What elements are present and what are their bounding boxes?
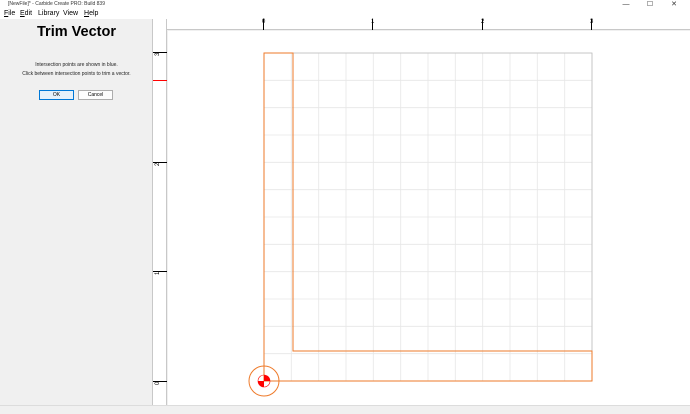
- horizontal-ruler: 0 1 2 3: [167, 19, 690, 30]
- ruler-label-v2: 2: [155, 162, 161, 166]
- canvas-svg: [248, 52, 593, 397]
- ruler-label-h2: 2: [481, 19, 485, 25]
- menu-view[interactable]: View: [63, 9, 78, 19]
- ruler-cursor-marker: [153, 80, 167, 81]
- menu-bar: File Edit Library View Help: [0, 9, 690, 19]
- window-title: [NewFile]* - Carbide Create PRO: Build 8…: [8, 1, 105, 7]
- panel-info-line-1: Intersection points are shown in blue.: [35, 62, 118, 68]
- ruler-label-v3: 3: [155, 52, 161, 56]
- title-bar: [NewFile]* - Carbide Create PRO: Build 8…: [0, 0, 690, 9]
- ok-button[interactable]: OK: [39, 90, 74, 100]
- ruler-label-h1: 1: [371, 19, 375, 25]
- status-bar: [0, 405, 690, 414]
- menu-help[interactable]: Help: [84, 9, 98, 19]
- vertical-ruler: 3 2 1 0: [153, 19, 167, 405]
- menu-help-rest: elp: [89, 10, 99, 17]
- drawing-canvas[interactable]: [168, 31, 690, 405]
- close-button[interactable]: ✕: [664, 0, 684, 9]
- cancel-button[interactable]: Cancel: [78, 90, 113, 100]
- trim-vector-panel: Trim Vector Intersection points are show…: [0, 19, 153, 405]
- menu-file-rest: ile: [8, 10, 16, 17]
- menu-edit[interactable]: Edit: [20, 9, 32, 19]
- ruler-label-v0: 0: [155, 381, 161, 385]
- menu-library-label: Library: [38, 10, 60, 17]
- minimize-button[interactable]: —: [616, 0, 636, 9]
- ruler-label-v1: 1: [155, 271, 161, 275]
- maximize-button[interactable]: ☐: [640, 0, 660, 9]
- ruler-label-h3: 3: [590, 19, 594, 25]
- panel-title: Trim Vector: [37, 24, 116, 40]
- menu-edit-rest: dit: [24, 10, 33, 17]
- panel-info-line-2: Click between intersection points to tri…: [22, 71, 131, 77]
- menu-file[interactable]: File: [4, 9, 15, 19]
- origin-icon: [257, 374, 271, 388]
- ruler-label-h0: 0: [262, 19, 266, 25]
- menu-view-label: View: [63, 10, 79, 17]
- menu-library[interactable]: Library: [38, 9, 59, 19]
- stock-grid: [263, 52, 593, 382]
